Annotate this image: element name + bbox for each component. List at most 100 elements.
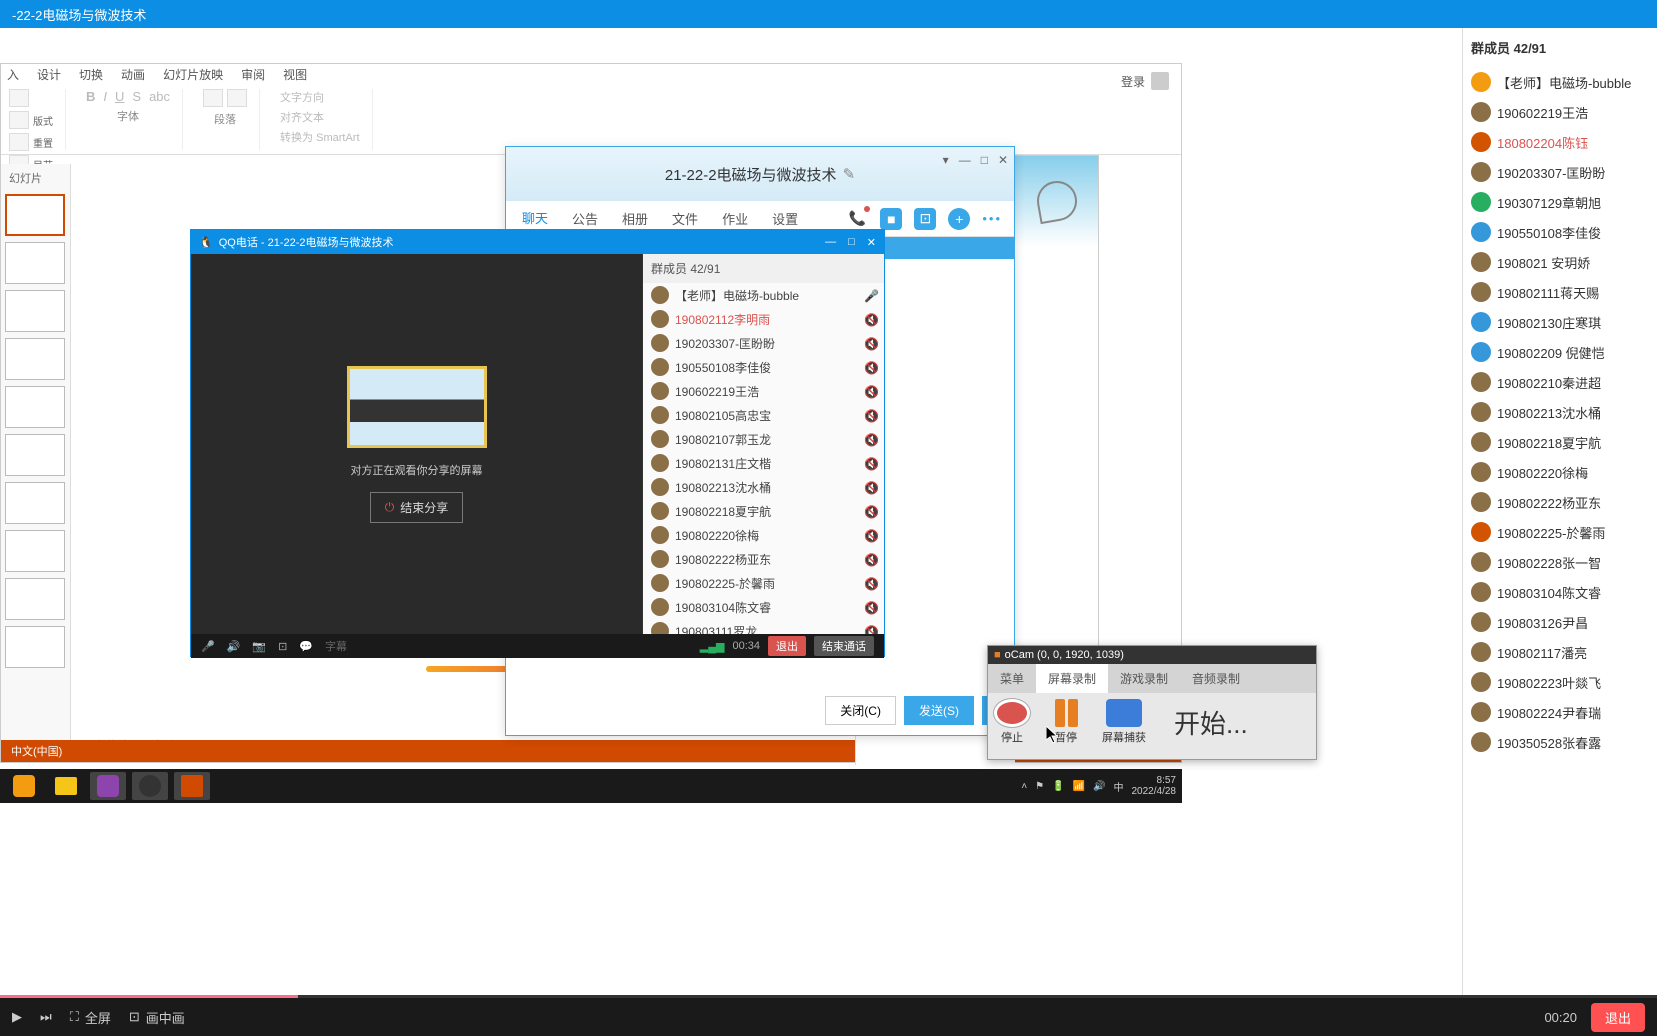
qq-titlebar[interactable]: 21-22-2电磁场与微波技术 ✎ ▾ — □ ✕: [506, 147, 1014, 201]
dropdown-icon[interactable]: ▾: [943, 153, 949, 167]
share-screen-icon[interactable]: ⊡: [914, 208, 936, 230]
slide-thumb[interactable]: [5, 530, 65, 572]
close-button[interactable]: 关闭(C): [825, 696, 896, 725]
member-item[interactable]: 190802209 倪健恺: [1463, 337, 1657, 367]
members-list[interactable]: 【老师】电磁场-bubble190602219王浩180802204陈钰1902…: [1463, 67, 1657, 1036]
chat-icon[interactable]: 💬: [299, 640, 313, 653]
add-icon[interactable]: +: [948, 208, 970, 230]
ppt-tab[interactable]: 切换: [79, 66, 103, 83]
slide-thumb[interactable]: [5, 578, 65, 620]
windows-taskbar[interactable]: ˄ ⚑ 🔋 📶 🔊 中 8:57 2022/4/28: [0, 769, 1182, 803]
call-member-item[interactable]: 190203307-匡盼盼🔇: [643, 331, 884, 355]
slide-thumb[interactable]: [5, 386, 65, 428]
tray-clock[interactable]: 8:57 2022/4/28: [1132, 775, 1177, 797]
ppt-login[interactable]: 登录: [1121, 72, 1169, 90]
member-item[interactable]: 190803126尹昌: [1463, 607, 1657, 637]
align-text[interactable]: 对齐文本: [280, 109, 359, 125]
slide-thumb[interactable]: [5, 434, 65, 476]
close-icon[interactable]: ✕: [867, 236, 876, 249]
member-item[interactable]: 190802223叶燚飞: [1463, 667, 1657, 697]
lang-indicator[interactable]: 中文(中国): [11, 743, 62, 759]
call-member-item[interactable]: 190803111罗龙🔇: [643, 619, 884, 634]
member-item[interactable]: 190203307-匡盼盼: [1463, 157, 1657, 187]
call-member-item[interactable]: 190802105高忠宝🔇: [643, 403, 884, 427]
ppt-tab[interactable]: 审阅: [241, 66, 265, 83]
exit-button[interactable]: 退出: [768, 636, 806, 656]
call-member-item[interactable]: 190802220徐梅🔇: [643, 523, 884, 547]
call-member-item[interactable]: 190802213沈水桶🔇: [643, 475, 884, 499]
next-button[interactable]: ⏭: [40, 1009, 52, 1025]
screen-icon[interactable]: ⊡: [278, 640, 287, 653]
bullets-icon[interactable]: [203, 89, 223, 107]
ppt-tab[interactable]: 设计: [37, 66, 61, 83]
member-item[interactable]: 190802210秦进超: [1463, 367, 1657, 397]
ocam-pause-button[interactable]: 暂停: [1048, 699, 1084, 745]
fullscreen-button[interactable]: ⛶全屏: [70, 1008, 111, 1027]
speaker-icon[interactable]: 🔊: [227, 640, 241, 653]
ocam-titlebar[interactable]: ■ oCam (0, 0, 1920, 1039): [988, 646, 1316, 664]
send-button[interactable]: 发送(S): [904, 696, 974, 725]
call-member-item[interactable]: 190802222杨亚东🔇: [643, 547, 884, 571]
weather-icon[interactable]: [1033, 178, 1079, 224]
pip-button[interactable]: ⊡画中画: [129, 1008, 185, 1027]
call-titlebar[interactable]: 🐧 QQ电话 - 21-22-2电磁场与微波技术 — □ ✕: [191, 230, 884, 254]
end-call-button[interactable]: 结束通话: [814, 636, 874, 656]
slide-thumb[interactable]: [5, 482, 65, 524]
end-share-button[interactable]: ⏻ 结束分享: [370, 492, 464, 523]
more-icon[interactable]: •••: [982, 211, 1002, 226]
numbering-icon[interactable]: [227, 89, 247, 107]
tray-volume-icon[interactable]: 🔊: [1093, 781, 1105, 792]
tray-chevron-icon[interactable]: ˄: [1021, 781, 1027, 792]
member-item[interactable]: 190802225-於馨雨: [1463, 517, 1657, 547]
screen-share-preview[interactable]: [347, 366, 487, 448]
taskbar-powerpoint[interactable]: [174, 772, 210, 800]
system-tray[interactable]: ˄ ⚑ 🔋 📶 🔊 中 8:57 2022/4/28: [1021, 775, 1176, 797]
play-pause-button[interactable]: ▶: [12, 1009, 22, 1025]
maximize-icon[interactable]: □: [848, 236, 855, 249]
ocam-capture-button[interactable]: 屏幕捕获: [1102, 699, 1146, 745]
member-item[interactable]: 190802130庄寒琪: [1463, 307, 1657, 337]
paste-icon[interactable]: [9, 89, 29, 107]
member-item[interactable]: 190802218夏宇航: [1463, 427, 1657, 457]
ocam-tab-menu[interactable]: 菜单: [988, 664, 1036, 693]
call-member-item[interactable]: 190802225-於馨雨🔇: [643, 571, 884, 595]
taskbar-app[interactable]: [90, 772, 126, 800]
call-member-item[interactable]: 190602219王浩🔇: [643, 379, 884, 403]
call-member-item[interactable]: 190802131庄文楷🔇: [643, 451, 884, 475]
taskbar-app[interactable]: [6, 772, 42, 800]
call-member-item[interactable]: 【老师】电磁场-bubble🎤: [643, 283, 884, 307]
taskbar-qq[interactable]: [132, 772, 168, 800]
member-item[interactable]: 190802213沈水桶: [1463, 397, 1657, 427]
caption-toggle[interactable]: 字幕: [325, 638, 347, 654]
slide-thumbnails[interactable]: 幻灯片: [1, 164, 71, 744]
video-icon[interactable]: ■: [880, 208, 902, 230]
member-item[interactable]: 190350528张春露: [1463, 727, 1657, 757]
member-item[interactable]: 190307129章朝旭: [1463, 187, 1657, 217]
member-item[interactable]: 1908021 安玥娇: [1463, 247, 1657, 277]
member-item[interactable]: 【老师】电磁场-bubble: [1463, 67, 1657, 97]
taskbar-explorer[interactable]: [48, 772, 84, 800]
text-direction[interactable]: 文字方向: [280, 89, 359, 105]
slide-thumb[interactable]: [5, 338, 65, 380]
member-item[interactable]: 190802111蒋天赐: [1463, 277, 1657, 307]
ppt-tab[interactable]: 动画: [121, 66, 145, 83]
member-item[interactable]: 190802222杨亚东: [1463, 487, 1657, 517]
maximize-icon[interactable]: □: [981, 153, 988, 167]
phone-icon[interactable]: 📞: [846, 208, 868, 230]
qq-window-controls[interactable]: ▾ — □ ✕: [943, 153, 1008, 167]
member-item[interactable]: 190802228张一智: [1463, 547, 1657, 577]
call-member-item[interactable]: 190550108李佳俊🔇: [643, 355, 884, 379]
login-label[interactable]: 登录: [1121, 73, 1145, 90]
slide-thumb[interactable]: [5, 242, 65, 284]
member-item[interactable]: 190802220徐梅: [1463, 457, 1657, 487]
call-member-item[interactable]: 190802218夏宇航🔇: [643, 499, 884, 523]
call-member-item[interactable]: 190802107郭玉龙🔇: [643, 427, 884, 451]
smartart[interactable]: 转换为 SmartArt: [280, 129, 359, 145]
tray-icon[interactable]: ⚑: [1035, 781, 1044, 792]
call-member-item[interactable]: 190802112李明雨🔇: [643, 307, 884, 331]
slide-thumb[interactable]: [5, 290, 65, 332]
member-item[interactable]: 190803104陈文睿: [1463, 577, 1657, 607]
mic-muted-icon[interactable]: 🎤: [201, 640, 215, 653]
reset-icon[interactable]: [9, 133, 29, 151]
minimize-icon[interactable]: —: [825, 236, 836, 249]
